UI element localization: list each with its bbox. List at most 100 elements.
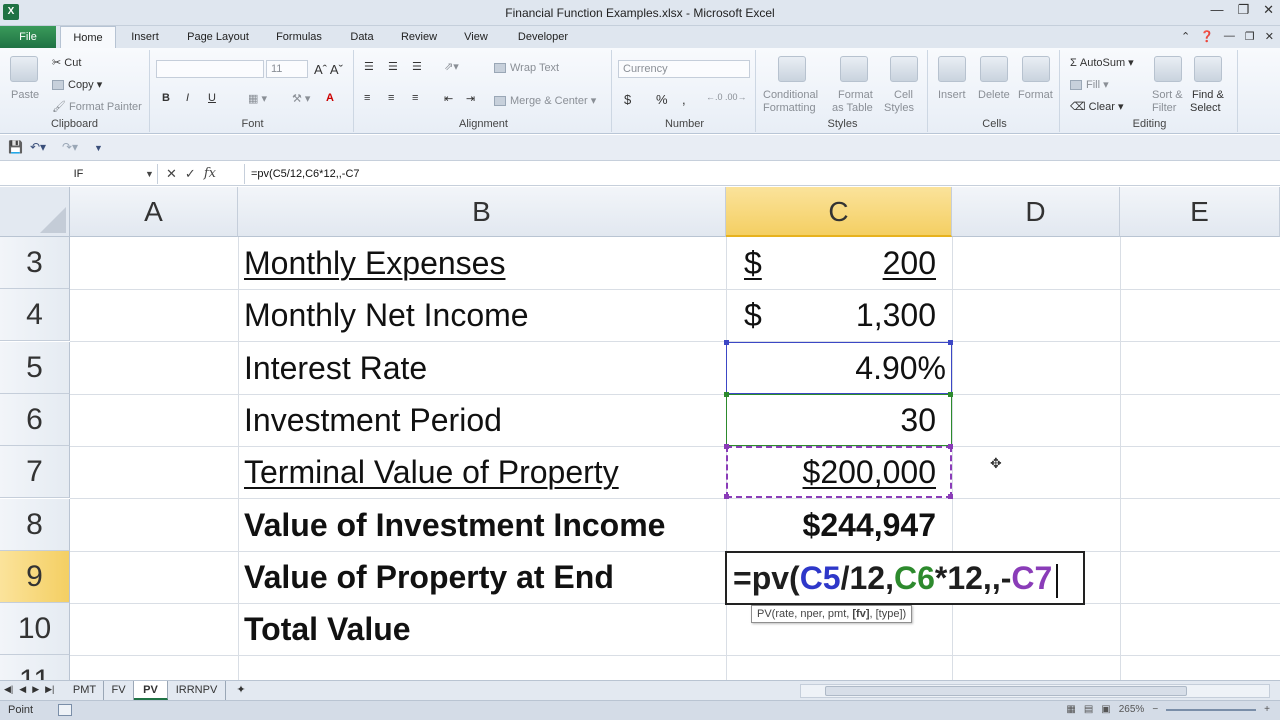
insert-function-icon[interactable]: fx (204, 164, 216, 184)
range-handle[interactable] (724, 494, 729, 499)
customize-toolbar-icon[interactable]: ▼ (94, 143, 103, 153)
paste-button[interactable]: Paste (11, 89, 39, 101)
normal-view-icon[interactable]: ▦ (1066, 704, 1075, 715)
sheet-tab-pv[interactable]: PV (134, 681, 168, 700)
cancel-entry-icon[interactable]: ✕ (166, 164, 177, 184)
zoom-in-icon[interactable]: + (1264, 704, 1270, 715)
align-left-icon[interactable]: ≡ (364, 92, 370, 104)
last-sheet-icon[interactable]: ▶| (45, 684, 54, 695)
tab-view[interactable]: View (454, 26, 498, 48)
zoom-slider[interactable] (1166, 708, 1257, 711)
row-header-10[interactable]: 10 (0, 603, 70, 655)
next-sheet-icon[interactable]: ▶ (32, 684, 39, 695)
minimize-workbook-icon[interactable]: — (1224, 30, 1235, 43)
minimize-icon[interactable]: — (1210, 2, 1223, 18)
font-name-combo[interactable] (156, 60, 264, 78)
conditional-formatting-button[interactable]: Conditional (763, 89, 818, 101)
save-icon[interactable]: 💾 (8, 140, 23, 154)
close-icon[interactable]: ✕ (1263, 2, 1274, 18)
range-handle[interactable] (948, 444, 953, 449)
macro-record-icon[interactable] (58, 704, 72, 716)
cell-b10[interactable]: Total Value (238, 603, 726, 655)
clear-button[interactable]: ⌫ Clear ▾ (1070, 100, 1124, 113)
restore-workbook-icon[interactable]: ❐ (1245, 30, 1255, 43)
insert-sheet-icon[interactable]: ✦ (226, 681, 256, 700)
cell-b5[interactable]: Interest Rate (238, 342, 726, 394)
delete-cells-icon[interactable] (980, 56, 1008, 82)
close-workbook-icon[interactable]: ✕ (1265, 30, 1274, 43)
range-handle[interactable] (948, 494, 953, 499)
format-painter-button[interactable]: 🖌 Format Painter (52, 100, 142, 113)
tab-file[interactable]: File (0, 26, 56, 48)
column-header-e[interactable]: E (1120, 187, 1280, 237)
name-box[interactable]: IF (0, 164, 158, 184)
copy-button[interactable]: Copy ▾ (52, 78, 102, 91)
percent-button[interactable]: % (656, 92, 668, 107)
italic-button[interactable]: I (186, 92, 189, 104)
format-table-icon[interactable] (840, 56, 868, 82)
range-handle[interactable] (724, 444, 729, 449)
row-header-11[interactable]: 11 (0, 655, 70, 680)
prev-sheet-icon[interactable]: ◀ (19, 684, 26, 695)
format-cells-icon[interactable] (1022, 56, 1050, 82)
decimal-icons[interactable]: ←.0 .00→ (706, 92, 747, 102)
name-box-dropdown-icon[interactable]: ▼ (145, 164, 154, 184)
fill-color-icon[interactable]: ⚒ ▾ (292, 92, 310, 105)
row-header-6[interactable]: 6 (0, 394, 70, 446)
cell-c4[interactable]: $1,300 (726, 289, 952, 341)
cell-styles-button[interactable]: Cell (894, 89, 913, 101)
align-right-icon[interactable]: ≡ (412, 92, 418, 104)
horizontal-scrollbar[interactable] (800, 684, 1270, 698)
redo-icon[interactable]: ↷▾ (62, 140, 78, 154)
range-handle[interactable] (948, 392, 953, 397)
column-header-d[interactable]: D (952, 187, 1120, 237)
tab-page-layout[interactable]: Page Layout (180, 26, 256, 48)
delete-cells-button[interactable]: Delete (978, 89, 1010, 101)
find-select-button[interactable]: Find & (1192, 89, 1224, 101)
horizontal-scroll-thumb[interactable] (825, 686, 1187, 696)
tab-formulas[interactable]: Formulas (268, 26, 330, 48)
align-top-icon[interactable]: ☰ (364, 60, 374, 73)
page-layout-view-icon[interactable]: ▤ (1084, 704, 1093, 715)
sheet-tab-pmt[interactable]: PMT (66, 681, 104, 700)
undo-icon[interactable]: ↶▾ (30, 140, 46, 154)
tab-insert[interactable]: Insert (120, 26, 170, 48)
grow-font-icon[interactable]: Aˆ Aˇ (314, 62, 343, 77)
restore-icon[interactable]: ❐ (1237, 2, 1249, 18)
fill-button[interactable]: Fill ▾ (1070, 78, 1109, 91)
row-header-9[interactable]: 9 (0, 551, 70, 603)
select-all-corner[interactable] (0, 187, 70, 237)
help-icon[interactable]: ❓ (1200, 30, 1214, 43)
bold-button[interactable]: B (162, 92, 170, 104)
align-middle-icon[interactable]: ☰ (388, 60, 398, 73)
number-format-combo[interactable]: Currency (618, 60, 750, 78)
row-header-4[interactable]: 4 (0, 289, 70, 341)
row-header-5[interactable]: 5 (0, 342, 70, 394)
borders-icon[interactable]: ▦ ▾ (248, 92, 267, 105)
sheet-tab-irrnpv[interactable]: IRRNPV (168, 681, 226, 700)
tab-developer[interactable]: Developer (508, 26, 578, 48)
align-center-icon[interactable]: ≡ (388, 92, 394, 104)
cell-c3[interactable]: $200 (726, 237, 952, 289)
insert-cells-button[interactable]: Insert (938, 89, 966, 101)
decrease-indent-icon[interactable]: ⇤ (444, 92, 453, 105)
sheet-tab-fv[interactable]: FV (104, 681, 134, 700)
conditional-formatting-icon[interactable] (778, 56, 806, 82)
range-handle[interactable] (724, 392, 729, 397)
tab-home[interactable]: Home (60, 26, 116, 48)
cell-b9[interactable]: Value of Property at End (238, 551, 726, 603)
cut-button[interactable]: ✂ Cut (52, 56, 81, 69)
cell-c8[interactable]: $244,947 (726, 499, 952, 551)
tab-review[interactable]: Review (394, 26, 444, 48)
range-handle[interactable] (724, 340, 729, 345)
cell-b7[interactable]: Terminal Value of Property (238, 446, 726, 498)
confirm-entry-icon[interactable]: ✓ (185, 164, 196, 184)
comma-button[interactable]: , (682, 92, 686, 107)
font-size-combo[interactable]: 11 (266, 60, 308, 78)
zoom-level[interactable]: 265% (1119, 704, 1145, 715)
column-header-b[interactable]: B (238, 187, 726, 237)
binoculars-icon[interactable] (1194, 56, 1222, 82)
tab-data[interactable]: Data (340, 26, 384, 48)
currency-button[interactable]: $ (624, 92, 631, 107)
cell-b6[interactable]: Investment Period (238, 394, 726, 446)
